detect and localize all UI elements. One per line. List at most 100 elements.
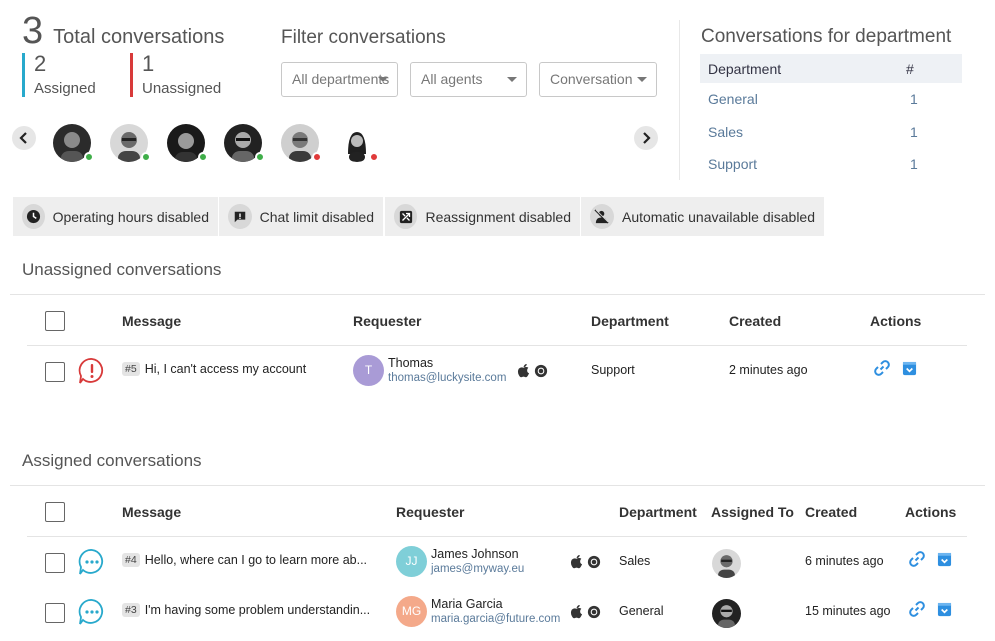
row-checkbox[interactable]: [45, 603, 65, 623]
conversation-created: 15 minutes ago: [805, 604, 891, 618]
conversation-department: Sales: [619, 554, 651, 568]
conversation-created: 2 minutes ago: [729, 363, 808, 377]
link-icon[interactable]: [909, 551, 925, 567]
agent-avatar[interactable]: [224, 124, 265, 162]
department-count: 1: [910, 91, 918, 108]
select-all-checkbox[interactable]: [45, 311, 65, 331]
requester[interactable]: MG Maria Garcia maria.garcia@future.com: [396, 596, 560, 627]
agents-filter-select[interactable]: All agents: [410, 62, 527, 97]
person-off-icon: [590, 204, 614, 229]
conversation-message[interactable]: #5 Hi, I can't access my account: [122, 362, 306, 376]
assigned-section-title: Assigned conversations: [22, 451, 202, 470]
col-department: Department: [619, 504, 697, 520]
department-count: 1: [910, 156, 918, 173]
caret-down-icon: [378, 77, 388, 82]
conversation-message[interactable]: #4 Hello, where can I go to learn more a…: [122, 553, 367, 567]
chat-limit-chip: Chat limit disabled: [219, 197, 383, 236]
agent-avatar[interactable]: [338, 124, 379, 162]
chrome-icon: [587, 605, 601, 618]
agents-prev-button[interactable]: [12, 126, 36, 150]
conversation-id-badge: #4: [122, 553, 140, 567]
department-panel: Conversations for department Department …: [679, 20, 979, 180]
row-actions: [874, 360, 917, 376]
conversation-department: Support: [591, 363, 635, 377]
platform-info: [570, 554, 601, 569]
row-actions: [909, 551, 952, 567]
caret-down-icon: [637, 77, 647, 82]
department-filter-select[interactable]: All departments: [281, 62, 398, 97]
department-row-support[interactable]: Support 1: [700, 148, 962, 181]
department-name: Sales: [708, 123, 744, 140]
conversation-id-badge: #3: [122, 603, 140, 617]
col-department: Department: [708, 60, 782, 77]
unassigned-section-title: Unassigned conversations: [22, 260, 222, 279]
department-row-sales[interactable]: Sales 1: [700, 116, 962, 149]
assigned-label: Assigned: [34, 80, 96, 97]
agent-avatar[interactable]: [53, 124, 94, 162]
unassigned-count: 1: [142, 51, 155, 76]
chat-bubble-icon: [78, 548, 106, 576]
requester[interactable]: JJ James Johnson james@myway.eu: [396, 546, 524, 577]
avatar: T: [353, 355, 384, 386]
message-text: Hi, I can't access my account: [144, 362, 307, 376]
avatar: JJ: [396, 546, 427, 577]
department-name: General: [708, 91, 758, 108]
apple-icon: [517, 364, 530, 378]
reassignment-label: Reassignment disabled: [425, 208, 571, 225]
offline-status-dot: [312, 152, 322, 162]
assignee-avatar[interactable]: [712, 599, 741, 628]
archive-icon[interactable]: [937, 552, 952, 567]
row-checkbox[interactable]: [45, 362, 65, 382]
requester-email: maria.garcia@future.com: [431, 612, 561, 625]
archive-icon[interactable]: [937, 602, 952, 617]
col-count: #: [906, 60, 914, 77]
conversation-created: 6 minutes ago: [805, 554, 884, 568]
agent-avatar[interactable]: [110, 124, 151, 162]
link-icon[interactable]: [874, 360, 890, 376]
col-requester: Requester: [396, 504, 465, 520]
col-message: Message: [122, 504, 182, 520]
archive-icon[interactable]: [902, 361, 917, 376]
link-icon[interactable]: [909, 601, 925, 617]
agents-filter-value: All agents: [421, 71, 483, 87]
platform-info: [570, 604, 601, 619]
department-table: Department # General 1 Sales 1 Support 1: [700, 54, 962, 181]
clock-icon: [22, 204, 45, 229]
unassigned-label: Unassigned: [142, 80, 222, 97]
agent-avatar[interactable]: [167, 124, 208, 162]
agent-avatar[interactable]: [281, 124, 322, 162]
platform-info: [517, 363, 548, 378]
department-filter-value: All departments: [292, 71, 390, 87]
conversation-filter-select[interactable]: Conversation: [539, 62, 657, 97]
message-text: Hello, where can I go to learn more ab..…: [144, 553, 368, 567]
operating-hours-chip: Operating hours disabled: [13, 197, 218, 236]
select-all-checkbox[interactable]: [45, 502, 65, 522]
alert-bubble-icon: [78, 357, 106, 385]
col-message: Message: [122, 313, 182, 329]
reassignment-icon: [394, 204, 418, 229]
row-checkbox[interactable]: [45, 553, 65, 573]
department-row-general[interactable]: General 1: [700, 83, 962, 116]
col-created: Created: [805, 504, 858, 520]
conversation-filter-value: Conversation: [550, 71, 633, 87]
row-actions: [909, 601, 952, 617]
col-requester: Requester: [353, 313, 422, 329]
chat-alert-icon: [228, 204, 252, 229]
requester-email: thomas@luckysite.com: [388, 371, 507, 384]
department-table-header: Department #: [700, 54, 962, 83]
online-status-dot: [141, 152, 151, 162]
requester[interactable]: T Thomas thomas@luckysite.com: [353, 355, 506, 386]
assigned-count: 2: [34, 51, 47, 76]
requester-name: James Johnson: [431, 546, 519, 561]
online-status-dot: [255, 152, 265, 162]
unassigned-stat: 1 Unassigned: [130, 53, 221, 97]
requester-email: james@myway.eu: [431, 562, 525, 575]
total-count: 3: [22, 10, 44, 52]
automatic-unavailable-chip: Automatic unavailable disabled: [581, 197, 824, 236]
chrome-icon: [587, 555, 601, 568]
apple-icon: [570, 555, 583, 569]
agents-next-button[interactable]: [634, 126, 658, 150]
automatic-unavailable-label: Automatic unavailable disabled: [621, 208, 815, 225]
conversation-message[interactable]: #3 I'm having some problem understandin.…: [122, 603, 370, 617]
assignee-avatar[interactable]: [712, 549, 741, 578]
